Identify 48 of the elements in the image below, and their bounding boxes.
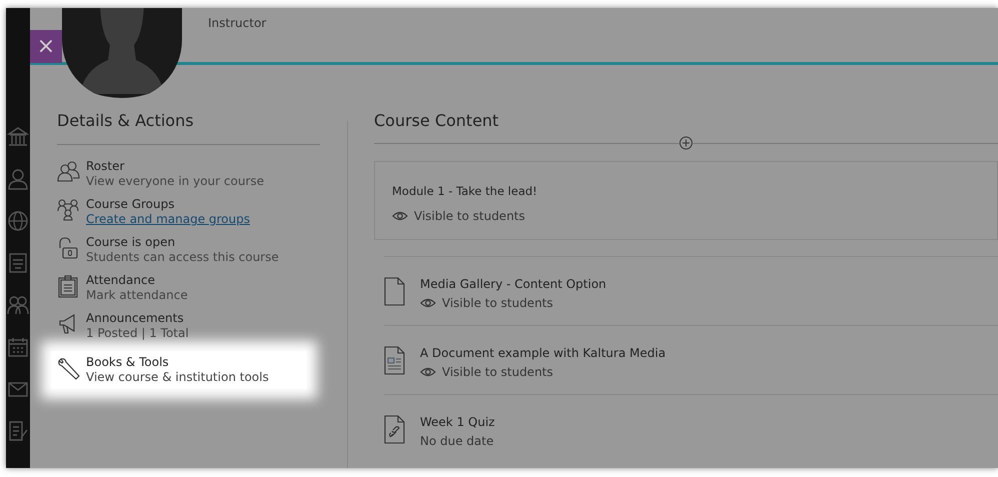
calendar-icon[interactable] xyxy=(7,336,29,358)
item-description: Mark attendance xyxy=(86,288,188,303)
document-icon xyxy=(384,346,406,376)
details-item[interactable]: Attendance Mark attendance xyxy=(57,269,307,307)
item-description: View course & institution tools xyxy=(86,370,269,385)
details-item[interactable]: Course Groups Create and manage groups xyxy=(57,193,307,231)
details-item[interactable]: Roster View everyone in your course xyxy=(57,155,307,193)
user-role: Instructor xyxy=(208,16,266,30)
institution-icon[interactable] xyxy=(7,126,29,148)
clipboard-icon xyxy=(57,275,80,298)
section-heading: Course Content xyxy=(374,111,500,130)
item-description: Students can access this course xyxy=(86,250,279,265)
item-link[interactable]: Create and manage groups xyxy=(86,212,250,227)
details-item[interactable]: Announcements 1 Posted | 1 Total xyxy=(57,307,307,345)
wrench-icon xyxy=(57,357,80,380)
module-title: Module 1 - Take the lead! xyxy=(392,184,538,198)
visibility-status: Visible to students xyxy=(442,296,553,310)
eye-icon xyxy=(420,297,436,309)
close-button[interactable]: × xyxy=(30,30,62,63)
content-item-title[interactable]: A Document example with Kaltura Media xyxy=(420,346,666,360)
eye-icon xyxy=(420,366,436,378)
content-item-title[interactable]: Media Gallery - Content Option xyxy=(420,277,606,291)
item-title: Attendance xyxy=(86,273,156,288)
visibility-status: Visible to students xyxy=(414,209,525,223)
details-item[interactable]: Course is open Students can access this course xyxy=(57,231,307,269)
item-title: Course is open xyxy=(86,235,176,250)
item-description: View everyone in your course xyxy=(86,174,264,189)
eye-icon xyxy=(392,210,408,222)
globe-icon[interactable] xyxy=(7,210,29,232)
add-icon[interactable] xyxy=(679,136,693,150)
module-card[interactable]: Module 1 - Take the lead! Visible to students xyxy=(374,161,998,240)
people-icon xyxy=(57,161,80,184)
group-icon xyxy=(57,199,80,222)
details-item[interactable]: Books & Tools View course & institution tools xyxy=(51,351,307,389)
item-title: Roster xyxy=(86,159,126,174)
file-icon xyxy=(384,277,406,307)
people-icon[interactable] xyxy=(7,294,29,316)
due-date: No due date xyxy=(420,434,495,448)
section-heading: Details & Actions xyxy=(57,111,195,130)
item-description: 1 Posted | 1 Total xyxy=(86,326,189,341)
document-icon[interactable] xyxy=(7,420,29,442)
visibility-status: Visible to students xyxy=(442,365,553,379)
item-title: Books & Tools xyxy=(86,355,170,370)
item-title: Course Groups xyxy=(86,197,176,212)
content-item-title[interactable]: Week 1 Quiz xyxy=(420,415,495,429)
item-title: Announcements xyxy=(86,311,185,326)
padlock-icon xyxy=(57,237,80,260)
person-icon[interactable] xyxy=(7,168,29,190)
